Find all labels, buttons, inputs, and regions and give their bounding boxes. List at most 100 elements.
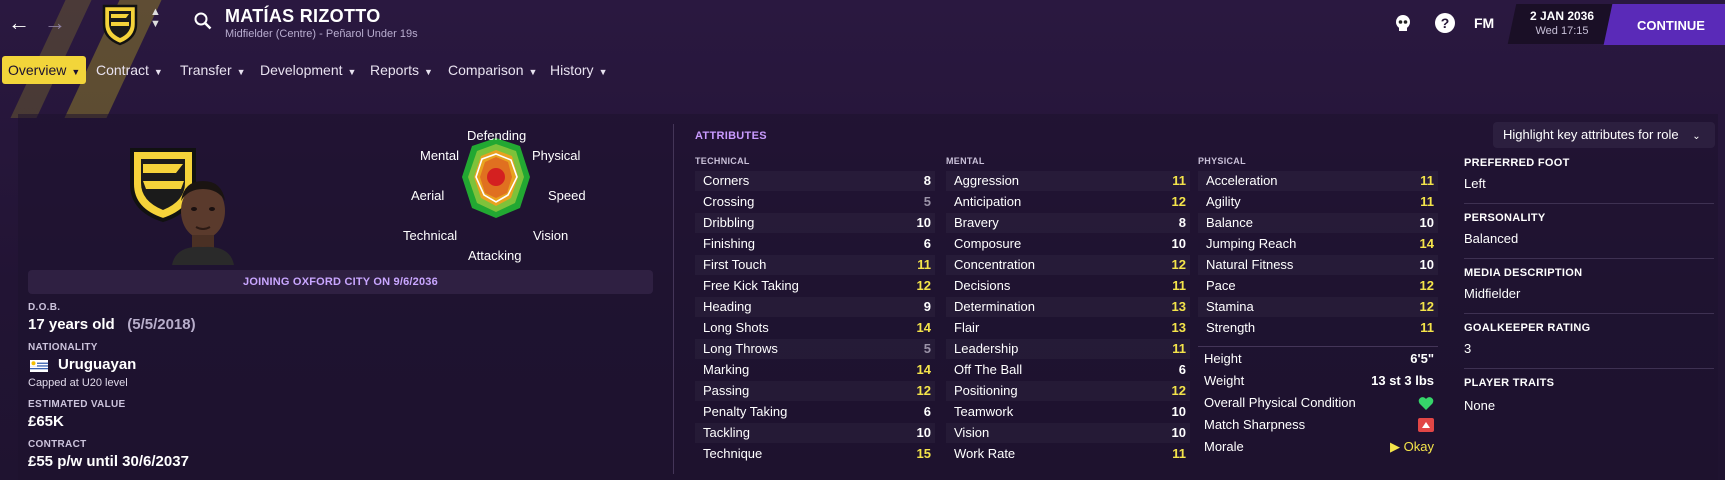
- attribute-row[interactable]: Work Rate 11: [946, 444, 1190, 464]
- radar-label-physical: Physical: [532, 148, 581, 163]
- attribute-row[interactable]: Dribbling 10: [695, 213, 935, 233]
- chevron-down-icon: ▼: [347, 67, 357, 77]
- attribute-row[interactable]: Teamwork 10: [946, 402, 1190, 422]
- technical-header: TECHNICAL: [695, 156, 750, 166]
- attribute-value: 11: [1172, 278, 1186, 293]
- value-amount: £65K: [28, 413, 64, 430]
- divider: [1198, 346, 1438, 347]
- attribute-row[interactable]: Leadership 11: [946, 339, 1190, 359]
- attribute-value: 14: [916, 320, 931, 335]
- dob-value: 17 years old (5/5/2018): [28, 316, 196, 333]
- attribute-row[interactable]: Off The Ball 6: [946, 360, 1190, 380]
- attribute-row[interactable]: Corners 8: [695, 171, 935, 191]
- chevron-down-icon: ▼: [528, 67, 538, 77]
- attribute-row[interactable]: Balance 10: [1198, 213, 1438, 233]
- back-arrow-icon[interactable]: ←: [8, 10, 30, 36]
- attribute-name: Vision: [954, 425, 990, 440]
- attribute-row[interactable]: Anticipation 12: [946, 192, 1190, 212]
- height-label: Height: [1204, 351, 1242, 366]
- attribute-name: Aggression: [954, 173, 1020, 188]
- continue-button-label[interactable]: CONTINUE: [1637, 18, 1705, 33]
- help-icon[interactable]: ?: [1434, 12, 1456, 34]
- attribute-row[interactable]: Aggression 11: [946, 171, 1190, 191]
- attribute-name: Long Throws: [703, 341, 778, 356]
- attribute-row[interactable]: Pace 12: [1198, 276, 1438, 296]
- attribute-value: 10: [916, 215, 931, 230]
- attribute-row[interactable]: Long Throws 5: [695, 339, 935, 359]
- radar-label-defending: Defending: [467, 128, 527, 143]
- highlight-role-dropdown[interactable]: Highlight key attributes for role ⌄: [1493, 122, 1715, 148]
- attribute-row[interactable]: Vision 10: [946, 423, 1190, 443]
- height-row: Height 6'5": [1198, 348, 1438, 370]
- divider: [1464, 203, 1714, 204]
- tab-comparison[interactable]: Comparison ▼: [448, 56, 537, 84]
- attribute-row[interactable]: Concentration 12: [946, 255, 1190, 275]
- age-text: 17 years old: [28, 316, 115, 333]
- player-traits-value: None: [1464, 398, 1496, 413]
- attribute-row[interactable]: Positioning 12: [946, 381, 1190, 401]
- attribute-name: Work Rate: [954, 446, 1016, 461]
- attributes-title: ATTRIBUTES: [695, 130, 767, 142]
- attribute-row[interactable]: Tackling 10: [695, 423, 935, 443]
- morale-icon: ▶: [1390, 439, 1401, 454]
- attribute-name: Finishing: [703, 236, 756, 251]
- fm-menu-button[interactable]: FM: [1474, 15, 1494, 31]
- club-crest-icon[interactable]: [100, 2, 140, 46]
- attribute-row[interactable]: Passing 12: [695, 381, 935, 401]
- weight-label: Weight: [1204, 373, 1245, 388]
- player-navigation-arrows[interactable]: ▲ ▼: [150, 6, 161, 30]
- tab-transfer[interactable]: Transfer ▼: [180, 56, 246, 84]
- attribute-row[interactable]: Natural Fitness 10: [1198, 255, 1438, 275]
- attribute-row[interactable]: Long Shots 14: [695, 318, 935, 338]
- attribute-row[interactable]: Bravery 8: [946, 213, 1190, 233]
- tab-contract[interactable]: Contract ▼: [96, 56, 163, 84]
- attribute-row[interactable]: Finishing 6: [695, 234, 935, 254]
- attribute-row[interactable]: Technique 15: [695, 444, 935, 464]
- attribute-row[interactable]: Marking 14: [695, 360, 935, 380]
- attribute-row[interactable]: First Touch 11: [695, 255, 935, 275]
- attribute-name: Determination: [954, 299, 1035, 314]
- attribute-row[interactable]: Heading 9: [695, 297, 935, 317]
- divider: [1464, 368, 1714, 369]
- heart-icon: [1418, 397, 1434, 410]
- attribute-row[interactable]: Agility 11: [1198, 192, 1438, 212]
- attribute-row[interactable]: Acceleration 11: [1198, 171, 1438, 191]
- tab-development[interactable]: Development ▼: [260, 56, 356, 84]
- attribute-row[interactable]: Stamina 12: [1198, 297, 1438, 317]
- attribute-row[interactable]: Free Kick Taking 12: [695, 276, 935, 296]
- morale-row: Morale ▶ Okay: [1198, 436, 1438, 458]
- attribute-name: Heading: [703, 299, 752, 314]
- attribute-row[interactable]: Penalty Taking 6: [695, 402, 935, 422]
- attribute-name: Concentration: [954, 257, 1035, 272]
- attribute-name: Positioning: [954, 383, 1018, 398]
- attribute-name: Crossing: [703, 194, 755, 209]
- tab-history[interactable]: History ▼: [550, 56, 607, 84]
- attribute-value: 12: [1171, 257, 1186, 272]
- attribute-name: Marking: [703, 362, 750, 377]
- player-traits-label: PLAYER TRAITS: [1464, 377, 1555, 389]
- nationality-value[interactable]: Uruguayan: [58, 356, 136, 373]
- attribute-row[interactable]: Strength 11: [1198, 318, 1438, 338]
- attribute-value: 5: [923, 341, 931, 356]
- value-label: ESTIMATED VALUE: [28, 399, 126, 410]
- attribute-row[interactable]: Composure 10: [946, 234, 1190, 254]
- attribute-value: 12: [1171, 383, 1186, 398]
- tab-reports[interactable]: Reports ▼: [370, 56, 433, 84]
- attribute-row[interactable]: Decisions 11: [946, 276, 1190, 296]
- attribute-row[interactable]: Crossing 5: [695, 192, 935, 212]
- search-icon[interactable]: [194, 12, 212, 30]
- attribute-value: 12: [916, 383, 931, 398]
- caps-text: Capped at U20 level: [28, 377, 128, 389]
- attribute-value: 6: [1178, 362, 1186, 377]
- attribute-row[interactable]: Flair 13: [946, 318, 1190, 338]
- skull-icon[interactable]: [1392, 12, 1414, 34]
- attribute-row[interactable]: Jumping Reach 14: [1198, 234, 1438, 254]
- forward-arrow-icon[interactable]: →: [44, 10, 66, 36]
- chevron-down-icon: ▼: [236, 67, 246, 77]
- tab-label: Reports: [370, 62, 420, 78]
- attribute-value: 13: [1171, 299, 1186, 314]
- attribute-name: Off The Ball: [954, 362, 1023, 377]
- tab-label: History: [550, 62, 594, 78]
- tab-overview[interactable]: Overview ▼: [2, 56, 87, 84]
- attribute-row[interactable]: Determination 13: [946, 297, 1190, 317]
